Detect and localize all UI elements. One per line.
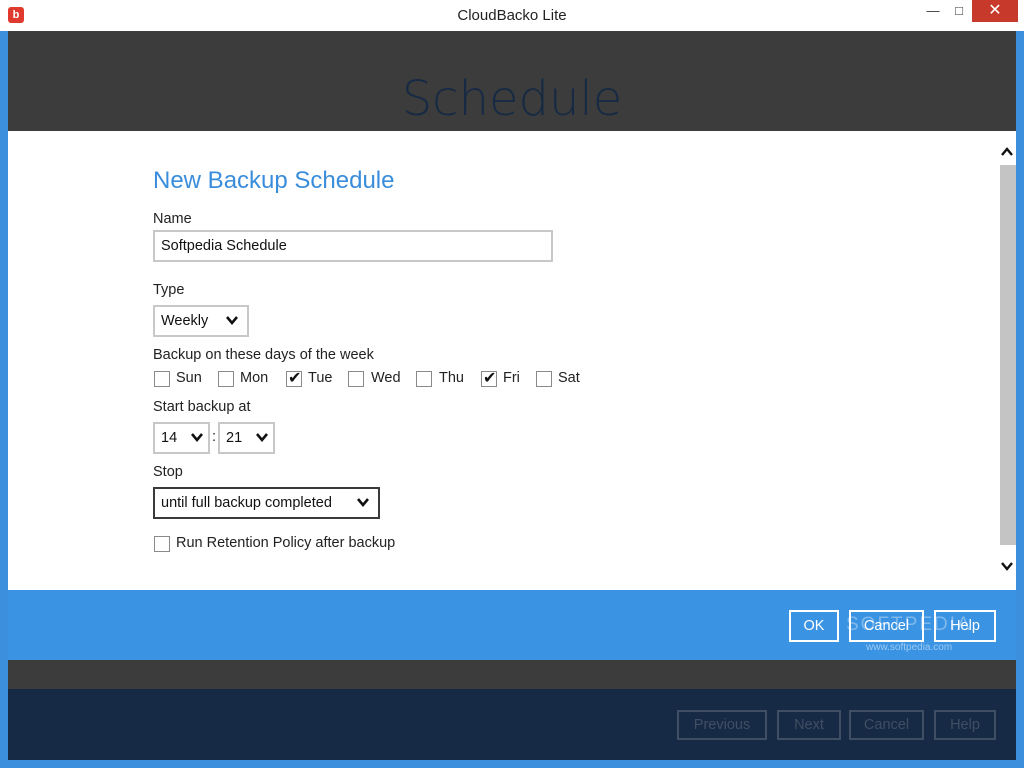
day-checkbox-sat[interactable] xyxy=(536,371,552,387)
name-field[interactable] xyxy=(153,230,553,262)
time-separator: : xyxy=(212,429,217,445)
chevron-down-icon xyxy=(357,498,369,508)
title-bar: b CloudBacko Lite — □ ✕ xyxy=(0,0,1024,31)
ok-button[interactable]: OK xyxy=(789,610,839,642)
chevron-down-icon xyxy=(226,316,238,326)
name-input[interactable] xyxy=(155,232,547,260)
dialog-button-bar: OK Cancel Help SOFTPEDIA www.softpedia.c… xyxy=(8,590,1016,660)
stop-select[interactable]: until full backup completed xyxy=(153,487,380,519)
chevron-down-icon[interactable] xyxy=(1000,559,1014,573)
watermark-url: www.softpedia.com xyxy=(866,642,953,653)
watermark: SOFTPEDIA xyxy=(846,614,972,635)
retention-checkbox[interactable] xyxy=(154,536,170,552)
checkmark-icon: ✔ xyxy=(288,370,302,387)
type-select-value: Weekly xyxy=(161,313,209,329)
name-label: Name xyxy=(153,211,192,227)
page-title: Schedule xyxy=(401,71,623,127)
close-button[interactable]: ✕ xyxy=(972,0,1018,22)
start-hour-select[interactable]: 14 xyxy=(153,422,210,454)
footer-help-button[interactable]: Help xyxy=(934,710,996,740)
wizard-footer: Previous Next Cancel Help xyxy=(8,689,1016,760)
day-checkbox-mon[interactable] xyxy=(218,371,234,387)
scrollbar-thumb[interactable] xyxy=(1000,165,1016,545)
start-minute-select[interactable]: 21 xyxy=(218,422,275,454)
minimize-button[interactable]: — xyxy=(920,0,946,22)
retention-label: Run Retention Policy after backup xyxy=(176,535,396,551)
vertical-scrollbar[interactable] xyxy=(998,131,1016,590)
chevron-down-icon xyxy=(256,433,268,443)
type-select[interactable]: Weekly xyxy=(153,305,249,337)
divider xyxy=(8,660,1016,689)
application-window: b CloudBacko Lite — □ ✕ Schedule New Bac… xyxy=(0,0,1024,768)
previous-button[interactable]: Previous xyxy=(677,710,767,740)
stop-label: Stop xyxy=(153,464,183,480)
start-hour-value: 14 xyxy=(161,430,178,446)
day-checkbox-sun[interactable] xyxy=(154,371,170,387)
day-label-mon: Mon xyxy=(240,370,269,386)
chevron-down-icon xyxy=(191,433,203,443)
start-label: Start backup at xyxy=(153,399,251,415)
day-label-fri: Fri xyxy=(503,370,520,386)
main-frame: Schedule New Backup Schedule Name Type W… xyxy=(8,31,1016,760)
footer-cancel-button[interactable]: Cancel xyxy=(849,710,924,740)
day-label-sat: Sat xyxy=(558,370,580,386)
day-label-thu: Thu xyxy=(439,370,464,386)
schedule-form: New Backup Schedule Name Type Weekly Bac… xyxy=(8,131,1016,590)
next-button[interactable]: Next xyxy=(777,710,841,740)
section-title: New Backup Schedule xyxy=(153,167,395,194)
day-checkbox-tue[interactable]: ✔ xyxy=(286,370,302,387)
days-label: Backup on these days of the week xyxy=(153,347,374,363)
page-header: Schedule xyxy=(8,31,1016,131)
day-checkbox-thu[interactable] xyxy=(416,371,432,387)
day-label-tue: Tue xyxy=(308,370,333,386)
day-checkbox-wed[interactable] xyxy=(348,371,364,387)
day-label-sun: Sun xyxy=(176,370,202,386)
checkmark-icon: ✔ xyxy=(483,370,497,387)
maximize-button[interactable]: □ xyxy=(946,0,972,22)
day-label-wed: Wed xyxy=(371,370,401,386)
day-checkbox-fri[interactable]: ✔ xyxy=(481,370,497,387)
window-title: CloudBacko Lite xyxy=(457,7,567,24)
type-label: Type xyxy=(153,282,185,298)
chevron-up-icon[interactable] xyxy=(1000,145,1014,159)
start-minute-value: 21 xyxy=(226,430,243,446)
stop-select-value: until full backup completed xyxy=(161,495,332,511)
